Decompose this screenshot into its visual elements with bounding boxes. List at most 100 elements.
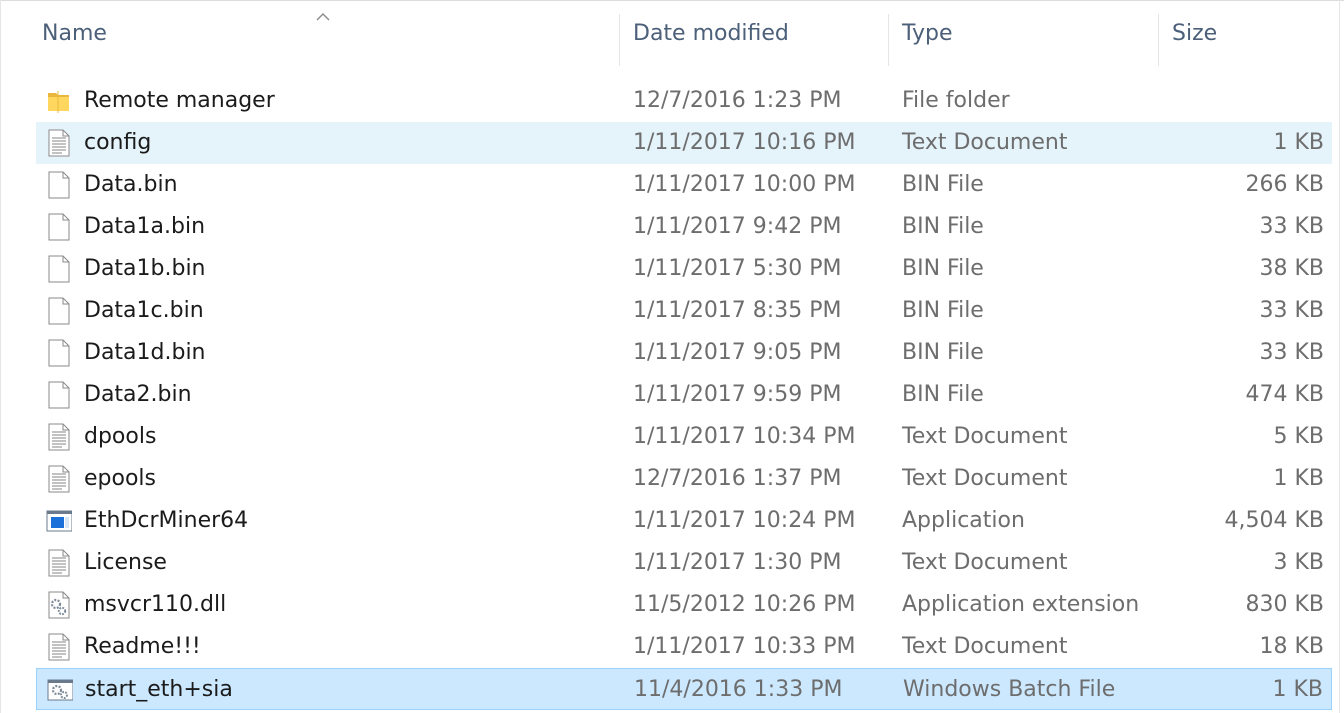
file-name: config [84, 130, 152, 155]
file-type: BIN File [902, 172, 984, 197]
file-size: 830 KB [1245, 592, 1324, 617]
file-row[interactable]: Data1d.bin 1/11/2017 9:05 PM BIN File 33 KB [36, 332, 1332, 374]
column-header-name[interactable]: Name [42, 0, 612, 66]
file-name: dpools [84, 424, 157, 449]
file-size: 1 KB [1273, 466, 1324, 491]
file-date-modified: 1/11/2017 5:30 PM [633, 256, 842, 281]
folder-icon [46, 87, 72, 115]
blank-file-icon [46, 297, 72, 325]
file-name: msvcr110.dll [84, 592, 227, 617]
file-date-modified: 12/7/2016 1:37 PM [633, 466, 842, 491]
column-divider[interactable] [888, 14, 889, 66]
file-row[interactable]: Data1a.bin 1/11/2017 9:42 PM BIN File 33 KB [36, 206, 1332, 248]
file-name: Data1c.bin [84, 298, 204, 323]
file-name: Data1a.bin [84, 214, 206, 239]
dll-gear-icon [46, 591, 72, 619]
file-type: Application [902, 508, 1025, 533]
column-header-bar: Name Date modified Type Size [0, 0, 1340, 84]
file-type: Text Document [902, 550, 1068, 575]
text-file-icon [46, 549, 72, 577]
blank-file-icon [46, 381, 72, 409]
file-row[interactable]: epools 12/7/2016 1:37 PM Text Document 1 KB [36, 458, 1332, 500]
file-type: Text Document [902, 466, 1068, 491]
file-size: 33 KB [1259, 298, 1324, 323]
file-date-modified: 1/11/2017 9:42 PM [633, 214, 842, 239]
window-right-border [1339, 0, 1340, 713]
file-date-modified: 12/7/2016 1:23 PM [633, 88, 842, 113]
batch-gear-icon [47, 676, 74, 704]
file-date-modified: 1/11/2017 9:59 PM [633, 382, 842, 407]
blank-file-icon [46, 339, 72, 367]
file-type: Text Document [902, 634, 1068, 659]
file-date-modified: 1/11/2017 1:30 PM [633, 550, 842, 575]
file-row[interactable]: Data2.bin 1/11/2017 9:59 PM BIN File 474 KB [36, 374, 1332, 416]
file-row[interactable]: Data1c.bin 1/11/2017 8:35 PM BIN File 33 KB [36, 290, 1332, 332]
file-type: BIN File [902, 256, 984, 281]
column-header-size-label: Size [1172, 20, 1218, 46]
file-size: 4,504 KB [1224, 508, 1325, 533]
column-divider[interactable] [1158, 14, 1159, 66]
column-header-name-label: Name [42, 20, 107, 46]
file-type: Text Document [902, 130, 1068, 155]
text-file-icon [46, 465, 72, 493]
file-name: License [84, 550, 167, 575]
file-date-modified: 1/11/2017 9:05 PM [633, 340, 842, 365]
text-file-icon [46, 633, 72, 661]
text-file-icon [46, 129, 72, 157]
file-size: 3 KB [1273, 550, 1324, 575]
column-header-type[interactable]: Type [902, 0, 1152, 66]
file-date-modified: 1/11/2017 10:24 PM [633, 508, 856, 533]
file-size: 5 KB [1273, 424, 1324, 449]
file-type: Text Document [902, 424, 1068, 449]
file-type: BIN File [902, 340, 984, 365]
blank-file-icon [46, 213, 72, 241]
file-name: Data1d.bin [84, 340, 206, 365]
file-row[interactable]: Remote manager 12/7/2016 1:23 PM File fold… [36, 80, 1332, 122]
file-size: 18 KB [1259, 634, 1324, 659]
file-type: BIN File [902, 298, 984, 323]
file-row[interactable]: Data.bin 1/11/2017 10:00 PM BIN File 266 KB [36, 164, 1332, 206]
file-name: epools [84, 466, 156, 491]
file-row[interactable]: Readme!!! 1/11/2017 10:33 PM Text Document… [36, 626, 1332, 668]
column-header-size[interactable]: Size [1172, 0, 1332, 66]
file-row[interactable]: dpools 1/11/2017 10:34 PM Text Document 5 K… [36, 416, 1332, 458]
file-date-modified: 11/4/2016 1:33 PM [634, 677, 843, 702]
file-size: 266 KB [1245, 172, 1324, 197]
file-size: 1 KB [1273, 130, 1324, 155]
file-date-modified: 1/11/2017 8:35 PM [633, 298, 842, 323]
file-name: Data1b.bin [84, 256, 206, 281]
file-size: 33 KB [1259, 214, 1324, 239]
file-type: File folder [902, 88, 1010, 113]
file-name: start_eth+sia [85, 677, 233, 702]
file-size: 33 KB [1259, 340, 1324, 365]
file-name: EthDcrMiner64 [84, 508, 249, 533]
file-row[interactable]: Data1b.bin 1/11/2017 5:30 PM BIN File 38 KB [36, 248, 1332, 290]
column-divider[interactable] [619, 14, 620, 66]
text-file-icon [46, 423, 72, 451]
blank-file-icon [46, 255, 72, 283]
file-date-modified: 1/11/2017 10:16 PM [633, 130, 856, 155]
column-header-type-label: Type [902, 20, 953, 46]
column-header-date-label: Date modified [633, 20, 789, 46]
file-name: Readme!!! [84, 634, 201, 659]
file-row[interactable]: License 1/11/2017 1:30 PM Text Document 3 K… [36, 542, 1332, 584]
file-date-modified: 1/11/2017 10:00 PM [633, 172, 856, 197]
file-row[interactable]: config 1/11/2017 10:16 PM Text Document 1 K… [36, 122, 1332, 164]
file-size: 38 KB [1259, 256, 1324, 281]
file-name: Data2.bin [84, 382, 192, 407]
file-row[interactable]: msvcr110.dll 11/5/2012 10:26 PM Applicatio… [36, 584, 1332, 626]
file-size: 1 KB [1272, 677, 1323, 702]
file-row[interactable]: EthDcrMiner64 1/11/2017 10:24 PM Applicati… [36, 500, 1332, 542]
file-type: Windows Batch File [903, 677, 1116, 702]
file-date-modified: 1/11/2017 10:34 PM [633, 424, 856, 449]
column-header-date-modified[interactable]: Date modified [633, 0, 883, 66]
file-row[interactable]: start_eth+sia 11/4/2016 1:33 PM Windows Ba… [36, 668, 1332, 710]
application-icon [46, 507, 73, 535]
file-type: Application extension [902, 592, 1140, 617]
file-name: Data.bin [84, 172, 178, 197]
file-name: Remote manager [84, 88, 275, 113]
file-date-modified: 1/11/2017 10:33 PM [633, 634, 856, 659]
file-size: 474 KB [1245, 382, 1324, 407]
file-date-modified: 11/5/2012 10:26 PM [633, 592, 856, 617]
window-left-border [0, 0, 1, 713]
